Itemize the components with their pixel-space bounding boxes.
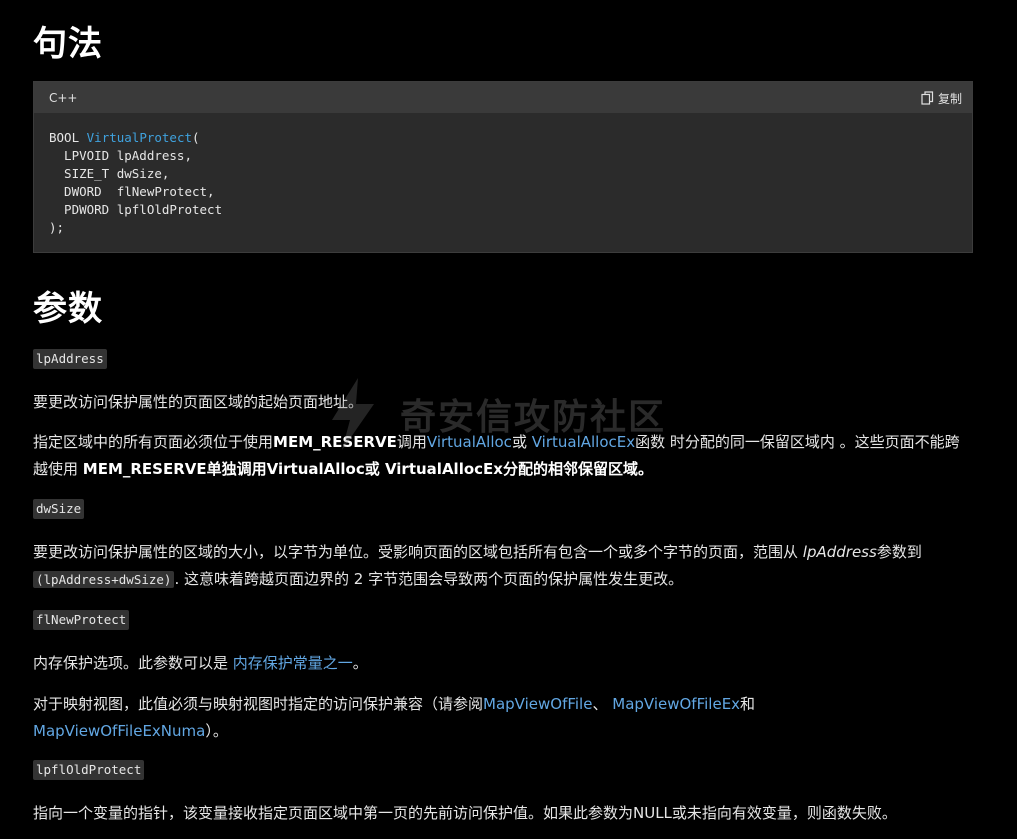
param-name-lpfloldprotect: lpflOldProtect [33, 760, 145, 780]
code-line: SIZE_T dwSize, [49, 166, 170, 181]
param-detail-lpaddress: 指定区域中的所有页面必须位于使用MEM_RESERVE调用VirtualAllo… [33, 433, 960, 478]
inline-code-range: (lpAddress+dwSize) [33, 571, 175, 588]
link-mapviewoffileex[interactable]: MapViewOfFileEx [612, 695, 740, 713]
copy-button[interactable]: 复制 [921, 89, 962, 107]
code-line: LPVOID lpAddress, [49, 148, 192, 163]
code-paren: ( [192, 130, 200, 145]
syntax-heading: 句法 [33, 24, 103, 64]
code-line: PDWORD lpflOldProtect [49, 202, 223, 217]
code-block: C++ 复制 BOOL VirtualProtect( LPVOID lpAdd… [33, 81, 973, 253]
code-content: BOOL VirtualProtect( LPVOID lpAddress, S… [49, 129, 222, 237]
copy-icon [921, 91, 934, 105]
param-name-flnewprotect: flNewProtect [33, 610, 130, 630]
code-line: ); [49, 220, 65, 235]
link-virtualalloc[interactable]: VirtualAlloc [427, 433, 512, 451]
param-desc-dwsize: 要更改访问保护属性的区域的大小，以字节为单位。受影响页面的区域包括所有包含一个或… [33, 543, 922, 588]
link-memory-protection-constants[interactable]: 内存保护常量之一 [233, 654, 353, 672]
param-desc-flnewprotect: 内存保护选项。此参数可以是 内存保护常量之一。 [33, 654, 368, 672]
params-heading: 参数 [33, 289, 103, 329]
code-language-label: C++ [49, 91, 78, 105]
code-type: BOOL [49, 130, 87, 145]
param-desc-lpaddress: 要更改访问保护属性的页面区域的起始页面地址。 [33, 393, 364, 411]
link-mapviewoffileexnuma[interactable]: MapViewOfFileExNuma [33, 722, 205, 740]
param-desc-lpfloldprotect: 指向一个变量的指针，该变量接收指定页面区域中第一页的先前访问保护值。如果此参数为… [33, 804, 897, 822]
param-name-dwsize: dwSize [33, 499, 85, 519]
param-map-note: 对于映射视图，此值必须与映射视图时指定的访问保护兼容（请参阅MapViewOfF… [33, 695, 756, 740]
link-mapviewoffile[interactable]: MapViewOfFile [483, 695, 592, 713]
param-name-lpaddress: lpAddress [33, 349, 107, 369]
link-virtualallocex[interactable]: VirtualAllocEx [532, 433, 635, 451]
code-function-name: VirtualProtect [86, 130, 192, 145]
code-line: DWORD flNewProtect, [49, 184, 215, 199]
copy-button-label: 复制 [937, 91, 962, 106]
code-header: C++ 复制 [34, 82, 972, 113]
